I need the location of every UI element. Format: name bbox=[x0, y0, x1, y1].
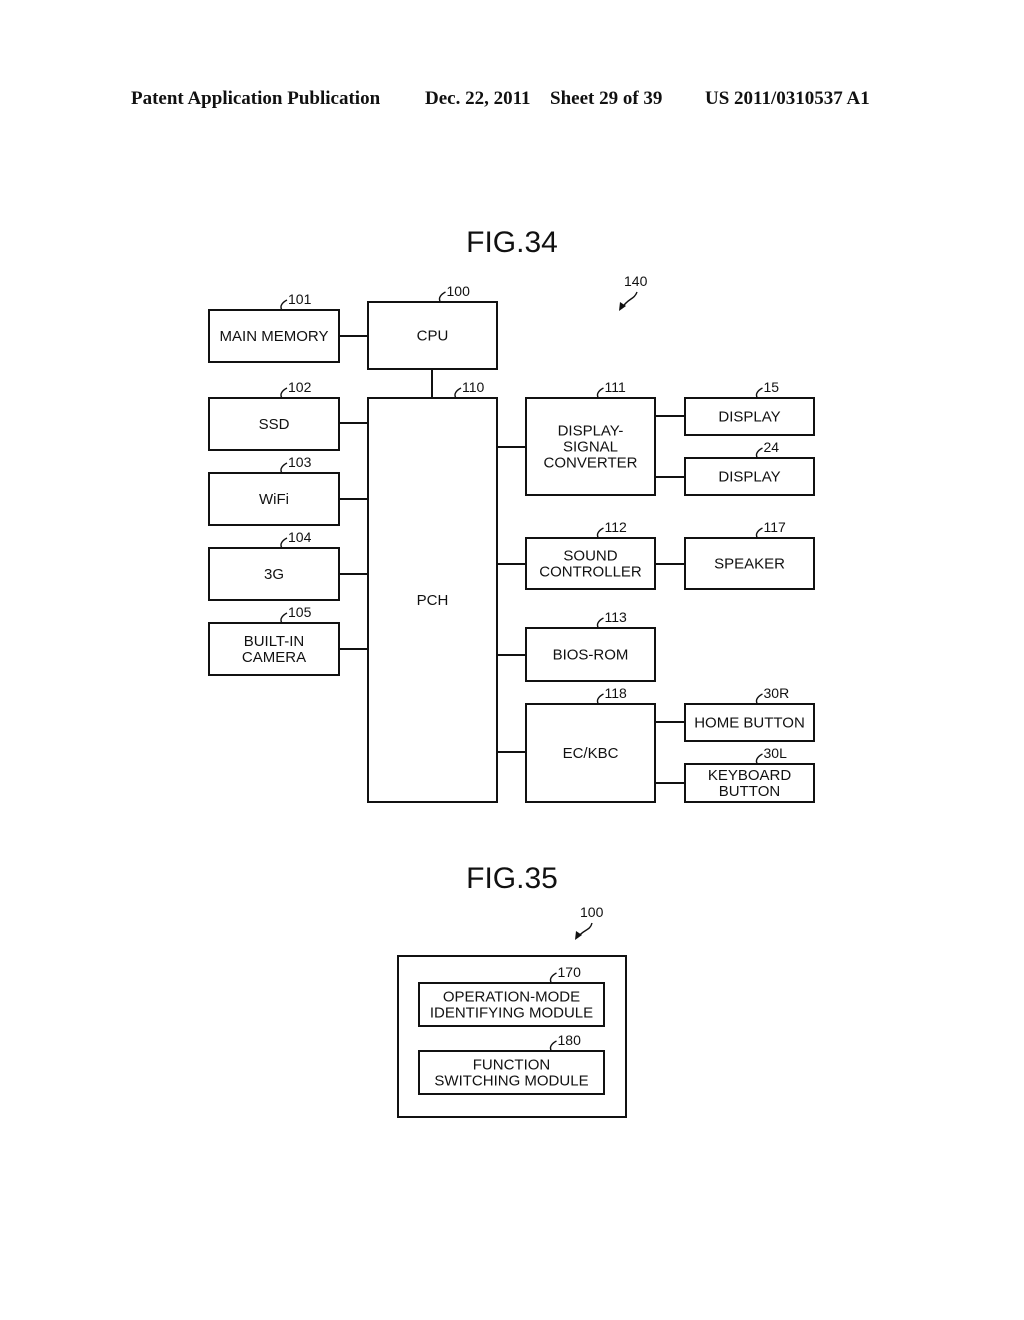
block-speaker-label: SPEAKER bbox=[714, 556, 785, 573]
block-cpu-label: CPU bbox=[417, 328, 449, 345]
block-keyboard-button-leader bbox=[755, 753, 763, 765]
block-built-in-camera-label: CAMERA bbox=[242, 649, 306, 666]
system-ref-140: 140 bbox=[624, 273, 648, 289]
block-operation-mode-identifying-module-label: OPERATION-MODE bbox=[443, 989, 580, 1006]
block-bios-rom-ref: 113 bbox=[605, 609, 628, 625]
block-sound-controller-leader bbox=[596, 527, 604, 539]
block-function-switching-module-label: FUNCTION bbox=[473, 1057, 551, 1074]
block-3g-label: 3G bbox=[264, 566, 284, 583]
block-display-15-leader bbox=[755, 387, 763, 399]
block-operation-mode-identifying-module-ref: 170 bbox=[558, 964, 582, 980]
block-keyboard-button-label: BUTTON bbox=[719, 783, 780, 800]
block-display-signal-converter-label: CONVERTER bbox=[544, 455, 638, 472]
block-pch-ref: 110 bbox=[462, 379, 485, 395]
block-display-signal-converter-label: DISPLAY- bbox=[558, 423, 624, 440]
block-operation-mode-identifying-module-label: IDENTIFYING MODULE bbox=[430, 1005, 593, 1022]
block-display-15-ref: 15 bbox=[764, 379, 780, 395]
block-built-in-camera-ref: 105 bbox=[288, 604, 312, 620]
block-function-switching-module-ref: 180 bbox=[558, 1032, 582, 1048]
block-speaker-leader bbox=[755, 527, 763, 539]
block-home-button-leader bbox=[755, 693, 763, 705]
block-cpu-ref: 100 bbox=[447, 283, 471, 299]
block-display-15-label: DISPLAY bbox=[718, 409, 780, 426]
block-keyboard-button-label: KEYBOARD bbox=[708, 767, 792, 784]
block-display-signal-converter-leader bbox=[596, 387, 604, 399]
block-3g-leader bbox=[280, 537, 288, 549]
block-pch-leader bbox=[454, 387, 462, 399]
block-sound-controller-ref: 112 bbox=[605, 519, 628, 535]
block-ec-kbc-label: EC/KBC bbox=[563, 745, 619, 762]
block-display-signal-converter-label: SIGNAL bbox=[563, 439, 618, 456]
block-main-memory-label: MAIN MEMORY bbox=[220, 328, 329, 345]
block-wifi-label: WiFi bbox=[259, 491, 289, 508]
block-ssd-label: SSD bbox=[259, 416, 290, 433]
block-display-24-label: DISPLAY bbox=[718, 469, 780, 486]
block-wifi-leader bbox=[280, 462, 288, 474]
block-display-signal-converter-ref: 111 bbox=[605, 379, 626, 395]
block-display-24-ref: 24 bbox=[764, 439, 780, 455]
block-main-memory-leader bbox=[280, 299, 288, 311]
block-bios-rom-leader bbox=[596, 617, 604, 629]
block-sound-controller-label: CONTROLLER bbox=[539, 564, 642, 581]
block-function-switching-module-label: SWITCHING MODULE bbox=[434, 1073, 588, 1090]
block-pch-label: PCH bbox=[417, 592, 449, 609]
block-ssd-ref: 102 bbox=[288, 379, 312, 395]
block-home-button-label: HOME BUTTON bbox=[694, 715, 805, 732]
block-display-24-leader bbox=[755, 447, 763, 459]
block-keyboard-button-ref: 30L bbox=[764, 745, 788, 761]
block-speaker-ref: 117 bbox=[764, 519, 787, 535]
container-ref-100: 100 bbox=[580, 904, 604, 920]
block-bios-rom-label: BIOS-ROM bbox=[553, 647, 629, 664]
block-built-in-camera-label: BUILT-IN bbox=[244, 633, 305, 650]
container-ref-arrowhead bbox=[575, 931, 582, 940]
block-3g-ref: 104 bbox=[288, 529, 312, 545]
block-ec-kbc-ref: 118 bbox=[605, 685, 628, 701]
block-sound-controller-label: SOUND bbox=[563, 548, 617, 565]
block-ec-kbc-leader bbox=[596, 693, 604, 705]
block-wifi-ref: 103 bbox=[288, 454, 312, 470]
block-built-in-camera-leader bbox=[280, 612, 288, 624]
block-main-memory-ref: 101 bbox=[288, 291, 312, 307]
block-cpu-leader bbox=[438, 291, 446, 303]
block-home-button-ref: 30R bbox=[764, 685, 790, 701]
block-ssd-leader bbox=[280, 387, 288, 399]
block-diagram: MAIN MEMORY 101 CPU 100 SSD 102 WiFi 103 3G 104 BU… bbox=[208, 273, 815, 1118]
